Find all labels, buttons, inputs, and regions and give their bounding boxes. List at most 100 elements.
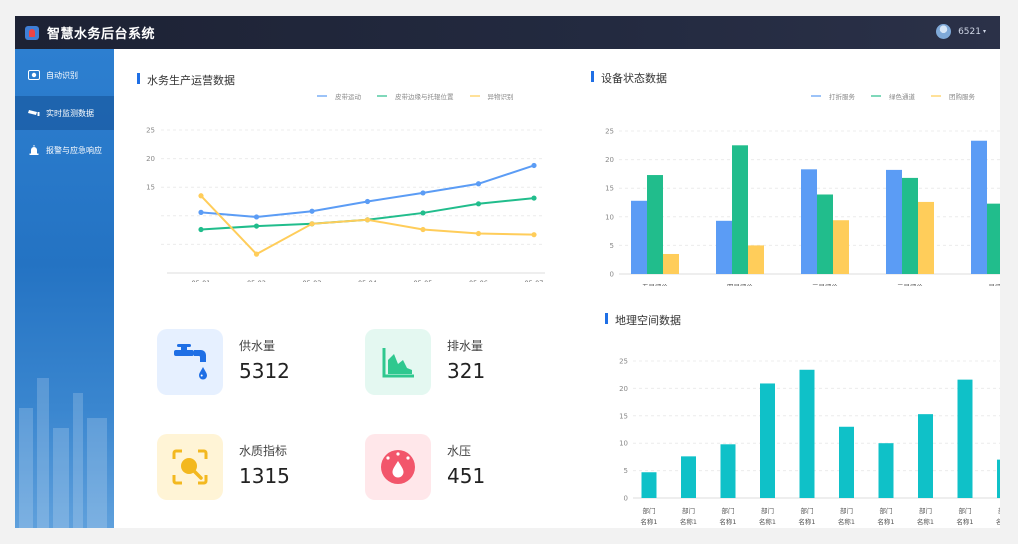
legend-label: 皮带边缘与托辊位置 (395, 93, 454, 101)
data-point (253, 223, 260, 229)
y-tick-label: 25 (146, 127, 155, 135)
water-tap-icon (157, 329, 223, 395)
kpi-water-pressure: 水压 451 (365, 434, 565, 504)
y-tick-label: 10 (619, 440, 628, 448)
bar (748, 245, 764, 274)
x-tick-label: 05-05 (414, 279, 433, 282)
bar (957, 379, 973, 498)
x-tick-label: 名称1 (996, 517, 1000, 526)
bar (918, 414, 933, 498)
legend-item[interactable]: 皮带运动 (317, 91, 361, 101)
city-skyline-decoration (19, 378, 107, 528)
bar (801, 169, 817, 274)
legend-item[interactable]: 绿色通道 (871, 91, 915, 101)
y-tick-label: 5 (610, 242, 614, 250)
y-tick-label: 20 (605, 156, 614, 164)
x-tick-label: 名称1 (680, 517, 697, 526)
sidebar-item-alarm-response[interactable]: 报警与应急响应 (15, 133, 114, 167)
legend-label: 异物识别 (487, 93, 514, 101)
x-tick-label: 部门 (998, 506, 1000, 515)
bar (631, 200, 647, 274)
pressure-gauge-icon (365, 434, 431, 500)
legend-label: 绿色通道 (889, 93, 915, 101)
sidebar: 自动识别 实时监测数据 报警与应急响应 (15, 49, 114, 528)
x-tick-label: 部门 (761, 506, 774, 515)
legend-label: 皮带运动 (335, 93, 361, 101)
x-tick-label: 部门 (722, 506, 735, 515)
kpi-drainage: 排水量 321 (365, 329, 565, 399)
legend-label: 团购服务 (949, 93, 975, 101)
y-tick-label: 20 (146, 155, 155, 163)
bar (799, 369, 815, 498)
chevron-down-icon[interactable]: ▾ (983, 28, 986, 35)
kpi-value: 5312 (239, 359, 290, 383)
data-point (420, 226, 426, 233)
y-tick-label: 5 (624, 467, 628, 475)
kpi-water-supply: 供水量 5312 (157, 329, 357, 399)
legend-item[interactable]: 团购服务 (931, 91, 975, 101)
data-point (309, 221, 315, 227)
geo-bar-chart: 0 5 10 15 20 25 部门名称1 部门名称1 部门名称1 部门名称1 部门名称1 部门名称1… (619, 358, 1000, 526)
app-logo-icon (25, 25, 39, 40)
user-name[interactable]: 6521 (958, 27, 981, 37)
y-tick-label: 15 (619, 412, 628, 420)
x-tick-label: 05-04 (358, 279, 377, 282)
sidebar-item-label: 实时监测数据 (46, 108, 94, 118)
x-tick-label: 05-03 (303, 279, 322, 282)
y-tick-label: 0 (624, 495, 628, 503)
kpi-label: 水质指标 (239, 444, 288, 458)
data-point (198, 226, 204, 233)
data-point (531, 232, 537, 238)
series-line (200, 164, 535, 218)
user-menu[interactable]: 6521 ▾ (936, 24, 986, 39)
top-header: 智慧水务后台系统 6521 ▾ (15, 16, 1000, 49)
bar (833, 220, 849, 274)
x-tick-label: 05-07 (525, 279, 544, 282)
operations-line-chart: 25 20 15 05-01 05-02 05-03 05-04 05-05 05-06 05-0… (146, 127, 545, 282)
data-point (475, 181, 482, 187)
bar (716, 220, 732, 274)
operations-panel-title: 水务生产运营数据 (137, 72, 235, 88)
bar (663, 253, 679, 274)
kpi-water-quality: 水质指标 1315 (157, 434, 357, 504)
bar (720, 444, 736, 498)
legend-swatch (377, 95, 387, 97)
x-tick-label: 四星评价 (727, 283, 754, 286)
sidebar-item-auto-recognition[interactable]: 自动识别 (15, 58, 114, 92)
kpi-label: 供水量 (239, 339, 276, 353)
sidebar-item-label: 报警与应急响应 (46, 145, 102, 155)
x-tick-label: 一星评价 (982, 283, 1000, 286)
x-tick-label: 名称1 (956, 517, 973, 526)
bar (760, 383, 775, 498)
x-tick-label: 部门 (840, 506, 853, 515)
device-legend: 打折服务 绿色通道 团购服务 (795, 91, 975, 101)
x-tick-label: 名称1 (917, 517, 934, 526)
legend-item[interactable]: 皮带边缘与托辊位置 (377, 91, 454, 101)
bar (886, 169, 902, 274)
x-tick-label: 名称1 (877, 517, 894, 526)
area-chart-icon (365, 329, 431, 395)
data-point (364, 198, 371, 205)
x-tick-label: 二星评价 (897, 283, 924, 286)
y-tick-label: 20 (619, 385, 628, 393)
kpi-label: 水压 (447, 444, 472, 458)
kpi-label: 排水量 (447, 339, 484, 353)
x-tick-label: 05-01 (192, 279, 211, 282)
data-point (198, 193, 204, 199)
x-tick-label: 部门 (801, 506, 814, 515)
x-tick-label: 名称1 (838, 517, 855, 526)
sidebar-item-realtime-monitoring[interactable]: 实时监测数据 (15, 96, 114, 130)
quality-scan-icon (157, 434, 223, 500)
data-point (531, 162, 537, 169)
bar (987, 203, 1000, 274)
x-tick-label: 部门 (919, 506, 932, 515)
y-tick-label: 10 (605, 213, 614, 221)
legend-item[interactable]: 异物识别 (469, 91, 514, 101)
x-tick-label: 五星评价 (642, 283, 669, 286)
avatar[interactable] (936, 24, 952, 39)
data-point (420, 210, 426, 216)
bar (647, 175, 663, 274)
legend-item[interactable]: 打折服务 (811, 91, 855, 101)
bar (839, 426, 854, 498)
bar (878, 443, 894, 498)
